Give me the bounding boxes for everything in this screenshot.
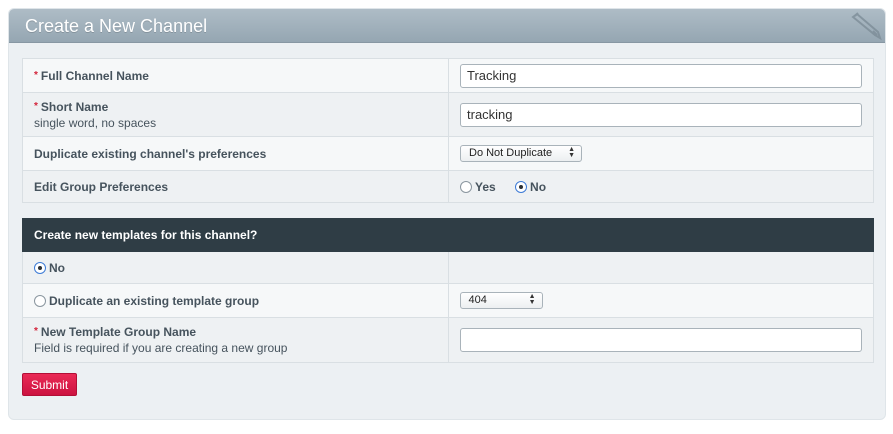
- table-row: Duplicate an existing template group 404…: [22, 283, 874, 318]
- templates-heading: Create new templates for this channel?: [22, 218, 874, 252]
- select-arrows-icon: ▲ ▼: [528, 293, 536, 306]
- pencil-icon: [851, 12, 882, 41]
- template-group-value: 404: [468, 294, 487, 306]
- panel-header: Create a New Channel: [9, 9, 885, 43]
- templates-table: Create new templates for this channel? N…: [22, 218, 874, 363]
- full-channel-name-label: Full Channel Name: [40, 68, 149, 83]
- group-prefs-yes-radio[interactable]: [460, 180, 472, 193]
- group-prefs-yes-label: Yes: [475, 179, 496, 194]
- required-marker: *: [34, 69, 38, 81]
- templates-section-header: Create new templates for this channel?: [22, 218, 874, 252]
- table-row: * New Template Group Name Field is requir…: [22, 317, 874, 363]
- short-name-note: single word, no spaces: [34, 115, 157, 130]
- group-prefs-no-radio[interactable]: [515, 180, 528, 193]
- duplicate-prefs-value: Do Not Duplicate: [469, 147, 553, 159]
- table-row: Edit Group Preferences Yes No: [22, 170, 874, 203]
- short-name-input[interactable]: [460, 102, 862, 127]
- group-prefs-no-label: No: [530, 179, 547, 194]
- templates-duplicate-radio[interactable]: [34, 294, 46, 307]
- duplicate-prefs-label: Duplicate existing channel's preferences: [34, 146, 267, 161]
- templates-duplicate-label: Duplicate an existing template group: [49, 293, 260, 308]
- template-group-select[interactable]: 404 ▲ ▼: [459, 292, 543, 309]
- templates-no-radio[interactable]: [34, 261, 46, 274]
- table-row: No: [22, 251, 874, 284]
- channel-settings-table: *Full Channel Name *Short Name single wo…: [22, 58, 874, 203]
- duplicate-prefs-select[interactable]: Do Not Duplicate ▲ ▼: [460, 145, 582, 162]
- required-marker: *: [34, 326, 38, 337]
- required-marker: *: [34, 100, 38, 112]
- select-arrows-icon: ▲ ▼: [568, 146, 575, 159]
- page-title: Create a New Channel: [25, 16, 208, 36]
- new-template-group-input[interactable]: [459, 328, 862, 352]
- new-template-group-label: New Template Group Name: [40, 325, 197, 339]
- group-prefs-label: Edit Group Preferences: [34, 179, 169, 194]
- templates-no-label: No: [49, 260, 65, 275]
- submit-button[interactable]: Submit: [22, 373, 77, 396]
- table-row: Duplicate existing channel's preferences…: [22, 136, 874, 171]
- create-channel-panel: Create a New Channel * Full Channel Name …: [8, 8, 886, 420]
- short-name-label: Short Name: [40, 99, 109, 114]
- table-row: * Short Name single word, no spaces: [22, 92, 874, 137]
- full-channel-name-input[interactable]: [460, 63, 862, 88]
- new-template-group-note: Field is required if you are creating a …: [34, 341, 288, 355]
- table-row: * Full Channel Name: [22, 58, 874, 93]
